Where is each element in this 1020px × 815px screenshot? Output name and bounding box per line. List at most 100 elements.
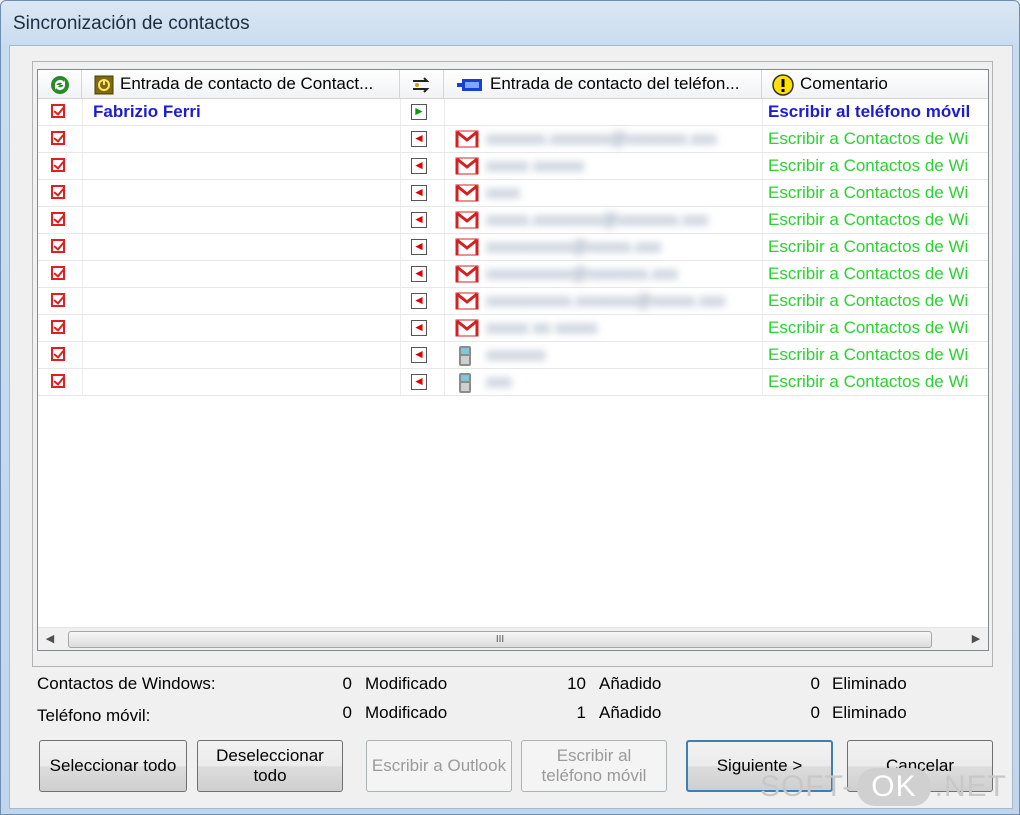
row-comment: Escribir a Contactos de Wi	[768, 210, 969, 229]
row-checkbox[interactable]	[51, 131, 65, 145]
gmail-icon	[455, 319, 479, 337]
scroll-thumb[interactable]: III	[68, 631, 932, 648]
arrow-left-icon[interactable]: ◄	[411, 347, 427, 363]
column-separator	[82, 126, 83, 152]
column-separator	[762, 234, 763, 260]
scroll-left-arrow-icon[interactable]: ◀	[38, 628, 62, 650]
windows-modified-label: Modificado	[365, 674, 448, 693]
arrow-left-icon[interactable]: ◄	[411, 158, 427, 174]
column-comment-label: Comentario	[800, 74, 888, 93]
phone-contact-entry: xxxxxxxxxx.xxxxxxx@xxxxx.xxx	[486, 291, 726, 310]
arrow-left-icon[interactable]: ◄	[411, 320, 427, 336]
column-separator	[762, 261, 763, 287]
row-comment: Escribir a Contactos de Wi	[768, 291, 969, 310]
phone-contact-entry: xxxxx xx xxxxx	[486, 318, 598, 337]
write-outlook-button[interactable]: Escribir a Outlook	[366, 740, 512, 792]
phone-added-count: 1	[576, 703, 586, 722]
watermark-part1: SOFT-	[759, 770, 854, 803]
windows-deleted-count: 0	[810, 674, 820, 693]
phone-contact-entry: xxxxxxx.xxxxxxx@xxxxxxx.xxx	[486, 129, 717, 148]
gmail-icon	[455, 157, 479, 175]
column-separator	[444, 126, 445, 152]
column-separator	[762, 315, 763, 341]
column-separator	[82, 261, 83, 287]
row-checkbox[interactable]	[51, 104, 65, 118]
column-separator	[762, 288, 763, 314]
arrow-right-icon[interactable]: ►	[411, 104, 427, 120]
watermark-part2: OK	[857, 768, 931, 806]
table-row[interactable]: ◄ xxxx Escribir a Contactos de Wi	[38, 180, 988, 207]
row-checkbox[interactable]	[51, 266, 65, 280]
phone-modified-count: 0	[342, 703, 352, 722]
column-separator	[82, 342, 83, 368]
row-checkbox[interactable]	[51, 374, 65, 388]
row-comment: Escribir a Contactos de Wi	[768, 372, 969, 391]
deselect-all-button[interactable]: Deseleccionar todo	[197, 740, 343, 792]
row-checkbox[interactable]	[51, 212, 65, 226]
column-separator	[82, 234, 83, 260]
column-separator	[444, 342, 445, 368]
table-row[interactable]: ◄ xxxxxxxxxx@xxxxx.xxx Escribir a Contacto…	[38, 234, 988, 261]
column-separator	[762, 369, 763, 395]
column-direction[interactable]	[400, 70, 444, 98]
arrow-left-icon[interactable]: ◄	[411, 131, 427, 147]
column-separator	[762, 99, 763, 125]
arrow-left-icon[interactable]: ◄	[411, 212, 427, 228]
table-row[interactable]: ◄ xxxxxxxxxx@xxxxxxx.xxx Escribir a Contac…	[38, 261, 988, 288]
gmail-icon	[455, 265, 479, 283]
table-row[interactable]: ◄ xxx Escribir a Contactos de Wi	[38, 369, 988, 396]
column-separator	[400, 207, 401, 233]
column-windows-contact[interactable]: Entrada de contacto de Contact...	[82, 70, 400, 98]
table-row[interactable]: ◄ xxxxx.xxxxxxxx@xxxxxxx.xxx Escribir a Co…	[38, 207, 988, 234]
column-separator	[82, 315, 83, 341]
row-checkbox[interactable]	[51, 347, 65, 361]
mobile-phone-icon	[459, 346, 471, 366]
arrow-left-icon[interactable]: ◄	[411, 266, 427, 282]
column-separator	[762, 207, 763, 233]
row-comment: Escribir a Contactos de Wi	[768, 264, 969, 283]
table-row[interactable]: ◄ xxxxxxxxxx.xxxxxxx@xxxxx.xxx Escribir a …	[38, 288, 988, 315]
contacts-list[interactable]: Entrada de contacto de Contact... Entrad…	[37, 69, 989, 651]
sync-window: Sincronización de contactos Entrada de c…	[0, 0, 1020, 815]
column-separator	[444, 180, 445, 206]
table-row[interactable]: ◄ xxxxx xx xxxxx Escribir a Contactos de W…	[38, 315, 988, 342]
column-separator	[762, 153, 763, 179]
gmail-icon	[455, 184, 479, 202]
mobile-phone-icon	[459, 373, 471, 393]
column-comment[interactable]: Comentario	[762, 70, 988, 98]
arrow-left-icon[interactable]: ◄	[411, 239, 427, 255]
phone-contact-entry: xxx	[486, 372, 512, 391]
row-comment: Escribir a Contactos de Wi	[768, 318, 969, 337]
column-separator	[400, 342, 401, 368]
row-comment: Escribir a Contactos de Wi	[768, 345, 969, 364]
arrow-left-icon[interactable]: ◄	[411, 374, 427, 390]
dialog-client: Entrada de contacto de Contact... Entrad…	[9, 45, 1013, 809]
phone-deleted-count: 0	[810, 703, 820, 722]
column-phone-contact-label: Entrada de contacto del teléfon...	[490, 74, 740, 93]
column-windows-contact-label: Entrada de contacto de Contact...	[120, 74, 374, 93]
row-checkbox[interactable]	[51, 158, 65, 172]
table-row[interactable]: ◄ xxxxx xxxxxx Escribir a Contactos de Wi	[38, 153, 988, 180]
arrow-left-icon[interactable]: ◄	[411, 185, 427, 201]
horizontal-scrollbar[interactable]: ◀ III ▶	[38, 627, 988, 650]
table-row[interactable]: ◄ xxxxxxx.xxxxxxx@xxxxxxx.xxx Escribir a C…	[38, 126, 988, 153]
table-row[interactable]: Fabrizio Ferri ► Escribir al teléfono móvi…	[38, 99, 988, 126]
row-checkbox[interactable]	[51, 320, 65, 334]
row-checkbox[interactable]	[51, 185, 65, 199]
row-checkbox[interactable]	[51, 239, 65, 253]
column-phone-contact[interactable]: Entrada de contacto del teléfon...	[444, 70, 762, 98]
phone-stats-label: Teléfono móvil:	[37, 706, 151, 725]
select-all-button[interactable]: Seleccionar todo	[39, 740, 187, 792]
row-checkbox[interactable]	[51, 293, 65, 307]
arrow-left-icon[interactable]: ◄	[411, 293, 427, 309]
window-title: Sincronización de contactos	[13, 13, 250, 34]
write-phone-button[interactable]: Escribir al teléfono móvil	[521, 740, 667, 792]
phone-contact-entry: xxxx	[486, 183, 520, 202]
windows-stats-label: Contactos de Windows:	[37, 674, 216, 693]
table-row[interactable]: ◄ xxxxxxx Escribir a Contactos de Wi	[38, 342, 988, 369]
column-separator	[400, 234, 401, 260]
scroll-right-arrow-icon[interactable]: ▶	[964, 628, 988, 650]
column-separator	[444, 288, 445, 314]
column-sync[interactable]	[38, 70, 82, 98]
column-separator	[444, 315, 445, 341]
